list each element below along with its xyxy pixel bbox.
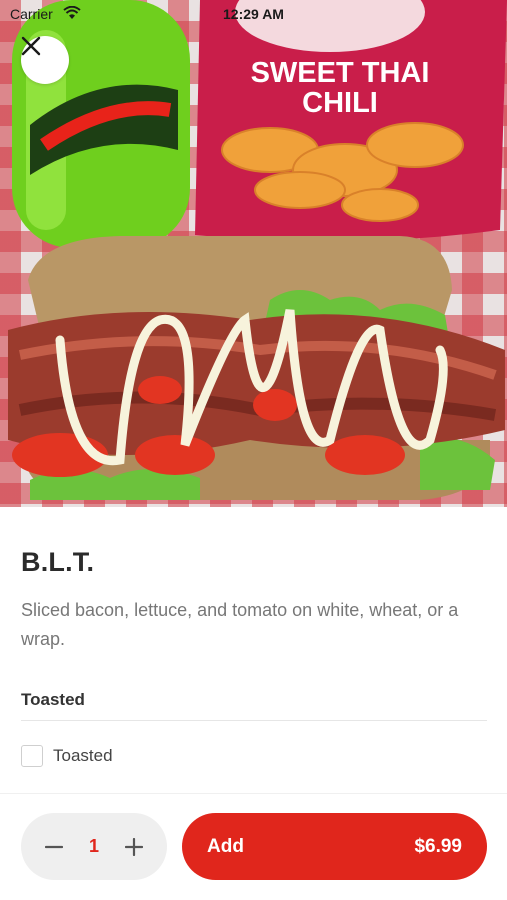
options-section-header: Toasted — [21, 690, 85, 709]
status-bar: Carrier 12:29 AM — [0, 0, 507, 28]
plus-icon — [124, 837, 143, 856]
section-divider — [21, 720, 487, 721]
chips-bag-text-2: CHILI — [302, 87, 378, 119]
item-photo: SWEET THAI CHILI Carrier 12:29 AM — [0, 0, 507, 507]
increment-button[interactable] — [123, 836, 145, 858]
quantity-value: 1 — [88, 836, 99, 856]
add-button-price: $6.99 — [414, 835, 462, 857]
quantity-stepper: 1 — [21, 813, 167, 880]
toasted-checkbox[interactable] — [21, 745, 43, 767]
close-icon — [21, 36, 41, 56]
footer-divider — [0, 793, 507, 794]
add-to-cart-button[interactable]: Add $6.99 — [182, 813, 487, 880]
add-button-label: Add — [207, 835, 244, 857]
option-toasted[interactable]: Toasted — [21, 743, 113, 769]
chips-bag-text-1: SWEET THAI — [251, 57, 430, 89]
clock: 12:29 AM — [223, 6, 284, 22]
item-title: B.L.T. — [21, 547, 95, 577]
item-description: Sliced bacon, lettuce, and tomato on whi… — [21, 600, 459, 649]
close-button[interactable] — [21, 36, 69, 84]
option-label: Toasted — [53, 746, 113, 765]
food-photo-illustration: SWEET THAI CHILI — [8, 0, 507, 500]
minus-icon — [45, 845, 63, 848]
decrement-button[interactable] — [43, 836, 65, 858]
